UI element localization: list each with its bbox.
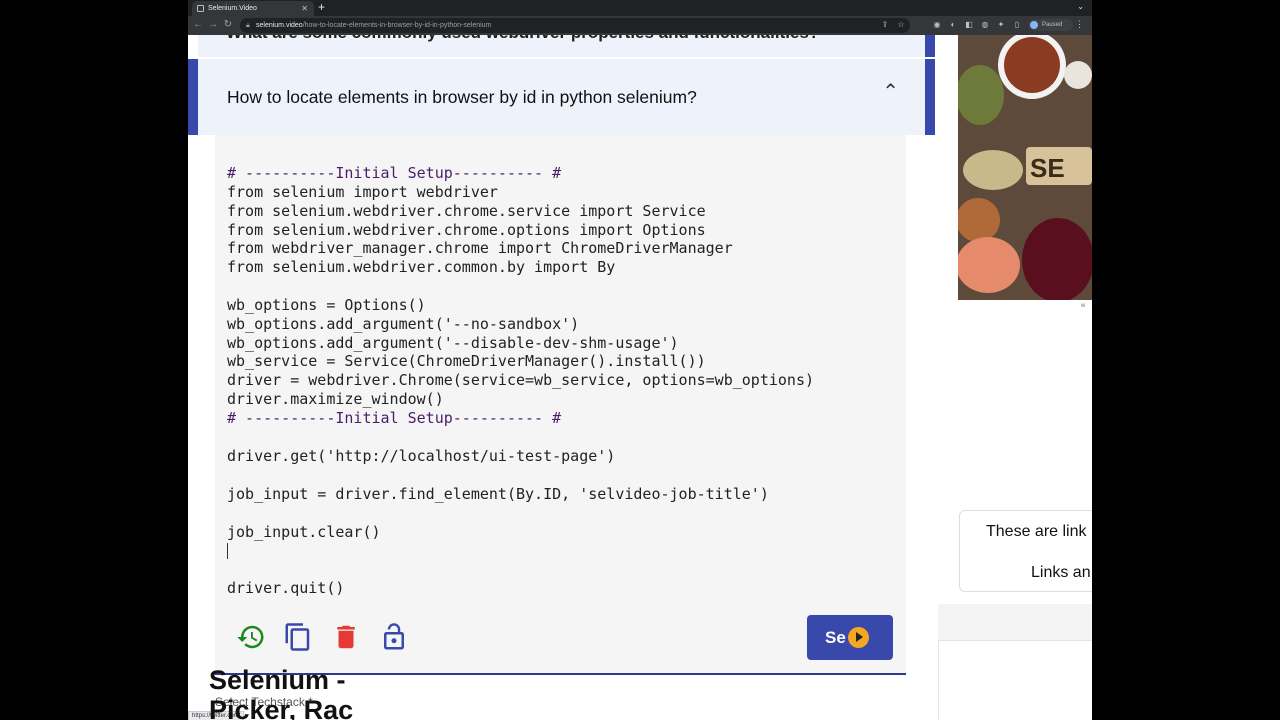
ad-letters: SE (1030, 153, 1065, 183)
side-panel-icon[interactable]: ▯ (1012, 20, 1022, 30)
history-icon[interactable] (236, 622, 266, 652)
code-line[interactable]: driver.quit() (227, 579, 814, 598)
lock-open-icon[interactable] (379, 622, 409, 652)
code-line[interactable]: from selenium import webdriver (227, 183, 814, 202)
extension-icon-3[interactable]: ◧ (964, 20, 974, 30)
avatar (1030, 21, 1038, 29)
reload-icon[interactable]: ↻ (222, 18, 234, 32)
food-ad-illustration: SE (958, 35, 1092, 300)
new-tab-button[interactable]: + (318, 0, 325, 15)
links-card: These are link Links an (959, 510, 1092, 592)
previous-question-title: What are some commonly used webdriver pr… (226, 35, 819, 43)
code-line[interactable]: job_input = driver.find_element(By.ID, '… (227, 485, 814, 504)
menu-icon[interactable]: ⋮ (1075, 19, 1084, 30)
url-path: /how-to-locate-elements-in-browser-by-id… (302, 22, 492, 29)
url-host: selenium.video (256, 22, 303, 29)
code-line[interactable]: driver.maximize_window() (227, 390, 814, 409)
browser-tab[interactable]: Selenium.Video ✕ (192, 1, 314, 16)
tab-search-icon[interactable]: ⌄ (1077, 2, 1084, 11)
code-line[interactable]: # ----------Initial Setup---------- # (227, 409, 814, 428)
extension-icon-4[interactable]: ◍ (980, 20, 990, 30)
chevron-up-icon[interactable]: ⌃ (882, 79, 899, 104)
page-content: What are some commonly used webdriver pr… (188, 35, 1092, 720)
code-line[interactable]: job_input.clear() (227, 523, 814, 542)
promo-title-line-2: Picker, Rac (209, 695, 354, 720)
code-line[interactable]: from webdriver_manager.chrome import Chr… (227, 239, 814, 258)
promo-card[interactable] (938, 640, 1092, 720)
extension-icon-1[interactable]: ◉ (932, 20, 942, 30)
code-block[interactable]: # ----------Initial Setup---------- # fro… (227, 164, 814, 598)
code-line[interactable] (227, 466, 814, 485)
promo-title[interactable]: Selenium - Picker, Rac (209, 665, 353, 720)
favicon-icon (197, 5, 204, 12)
lock-icon: 🔒︎ (246, 22, 250, 29)
code-line[interactable]: driver.get('http://localhost/ui-test-pag… (227, 447, 814, 466)
text-cursor (227, 543, 228, 560)
profile-status: Paused (1042, 22, 1063, 28)
code-line[interactable] (227, 504, 814, 523)
browser-window: Selenium.Video ✕ + ⌄ ← → ↻ 🔒︎ selenium.v… (188, 0, 1092, 720)
code-line[interactable]: wb_options.add_argument('--no-sandbox') (227, 315, 814, 334)
code-line[interactable] (227, 542, 814, 561)
play-icon (848, 627, 869, 648)
ad-image[interactable]: SE (958, 35, 1092, 300)
tab-title: Selenium.Video (208, 5, 257, 12)
accordion-item-current[interactable]: How to locate elements in browser by id … (188, 59, 935, 135)
profile-button[interactable]: Paused (1028, 19, 1073, 31)
address-bar[interactable]: 🔒︎ selenium.video/how-to-locate-elements… (240, 18, 910, 33)
run-button[interactable]: Se (807, 615, 893, 660)
screen: Selenium.Video ✕ + ⌄ ← → ↻ 🔒︎ selenium.v… (0, 0, 1280, 720)
forward-icon[interactable]: → (207, 18, 219, 32)
code-line[interactable] (227, 428, 814, 447)
promo-title-line-1: Selenium - (209, 665, 346, 695)
code-line[interactable]: from selenium.webdriver.chrome.options i… (227, 221, 814, 240)
links-line-2: Links an (1031, 564, 1091, 581)
close-tab-icon[interactable]: ✕ (301, 1, 308, 16)
code-line[interactable]: from selenium.webdriver.chrome.service i… (227, 202, 814, 221)
code-line[interactable]: driver = webdriver.Chrome(service=wb_ser… (227, 371, 814, 390)
share-icon[interactable]: ⇪ (880, 20, 890, 30)
run-button-label: Se (825, 628, 846, 647)
extension-icon-2[interactable]: ◐ (948, 20, 958, 30)
extensions-puzzle-icon[interactable]: ✦ (996, 20, 1006, 30)
ad-choices-icon[interactable]: w (1081, 303, 1085, 309)
code-line[interactable]: from selenium.webdriver.common.by import… (227, 258, 814, 277)
code-line[interactable]: wb_service = Service(ChromeDriverManager… (227, 352, 814, 371)
tab-bar: Selenium.Video ✕ + ⌄ (188, 0, 1092, 16)
links-line-1: These are link (986, 523, 1087, 540)
bookmark-star-icon[interactable]: ☆ (896, 20, 906, 30)
copy-icon[interactable] (283, 622, 313, 652)
code-line[interactable] (227, 560, 814, 579)
question-title: How to locate elements in browser by id … (227, 87, 697, 107)
back-icon[interactable]: ← (192, 18, 204, 32)
code-line[interactable]: wb_options.add_argument('--disable-dev-s… (227, 334, 814, 353)
delete-icon[interactable] (331, 622, 361, 652)
browser-toolbar: ← → ↻ 🔒︎ selenium.video/how-to-locate-el… (188, 16, 1092, 35)
accordion-item-previous[interactable]: What are some commonly used webdriver pr… (198, 35, 935, 57)
code-line[interactable]: # ----------Initial Setup---------- # (227, 164, 814, 183)
code-line[interactable]: wb_options = Options() (227, 296, 814, 315)
code-editor[interactable]: # ----------Initial Setup---------- # fro… (215, 135, 906, 675)
code-line[interactable] (227, 277, 814, 296)
